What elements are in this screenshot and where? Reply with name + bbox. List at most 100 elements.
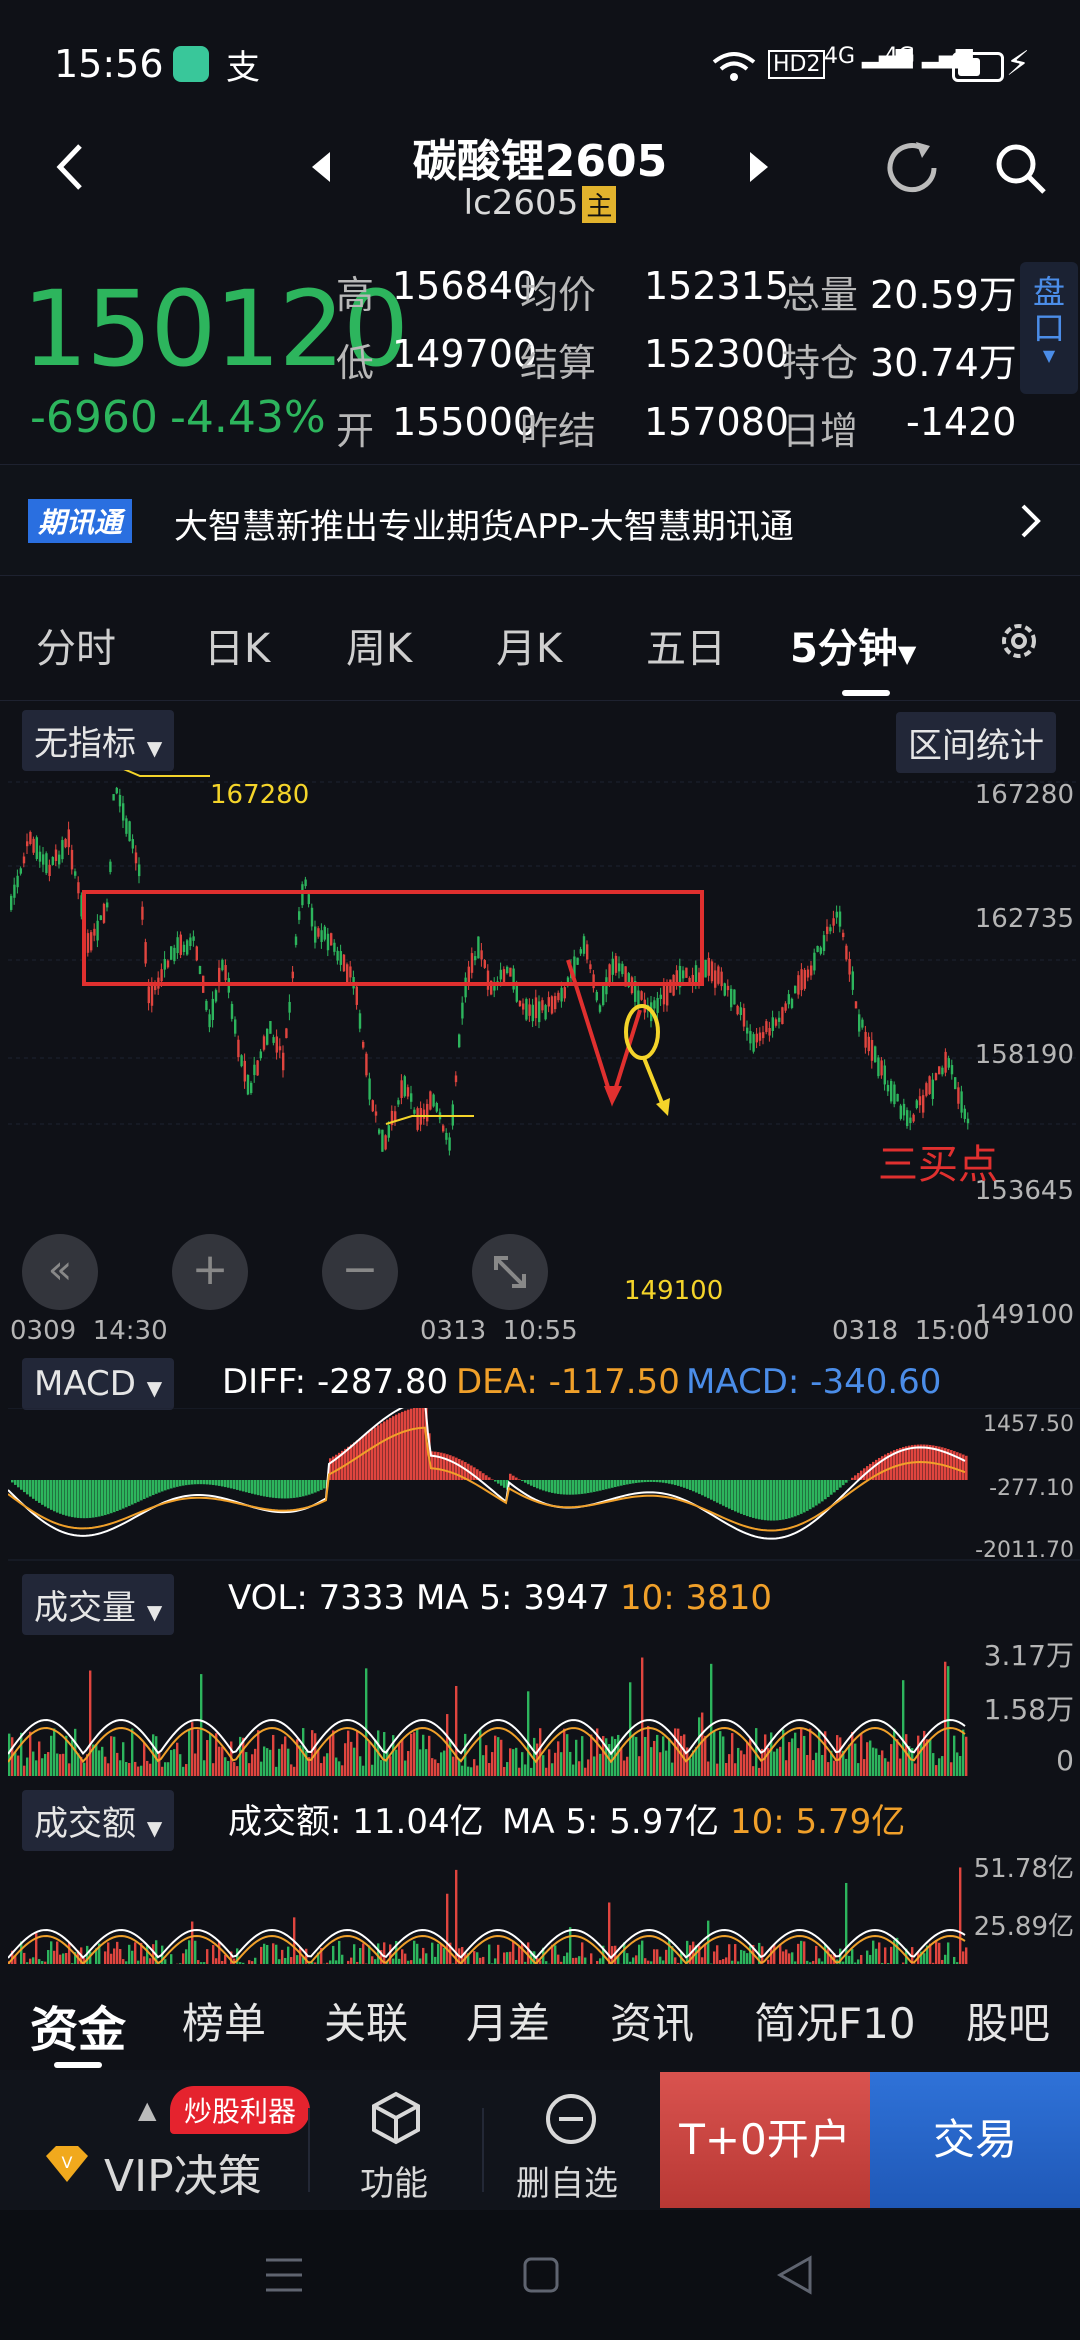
volume-bar — [17, 1755, 20, 1776]
macd-bar — [632, 1480, 635, 1484]
macd-bar — [20, 1480, 23, 1490]
volume-bar — [428, 1735, 431, 1776]
trade-button[interactable]: 交易 — [870, 2072, 1080, 2208]
macd-bar — [812, 1480, 815, 1508]
macd-bar — [665, 1480, 668, 1484]
macd-bar — [605, 1480, 608, 1490]
volume-bar — [236, 1766, 239, 1776]
candle-body — [102, 903, 106, 923]
menu-icon[interactable] — [264, 2256, 304, 2294]
candle-body — [621, 963, 624, 975]
candle-body — [26, 841, 29, 847]
candle-body — [464, 977, 467, 998]
macd-bar — [56, 1480, 59, 1513]
main-contract-badge: 主 — [582, 186, 617, 223]
macd-bar — [962, 1454, 965, 1480]
candle-body — [214, 990, 218, 1002]
amount-axis-2: 25.89亿 — [973, 1912, 1074, 1942]
macd-selector[interactable]: MACD ▼ — [22, 1358, 175, 1410]
macd-bar — [209, 1480, 212, 1485]
macd-bar — [368, 1431, 371, 1480]
zoom-in-button[interactable]: + — [172, 1234, 248, 1310]
macd-bar — [677, 1480, 680, 1486]
volume-bar — [647, 1725, 650, 1776]
tab-daily-k[interactable]: 日K — [204, 616, 270, 674]
fullscreen-button[interactable] — [472, 1234, 548, 1310]
tab-forum[interactable]: 股吧 — [966, 1990, 1050, 2051]
volume-bar — [56, 1753, 59, 1776]
candle-body — [99, 915, 102, 921]
tab-weekly-k[interactable]: 周K — [346, 616, 412, 674]
volume-bar — [332, 1730, 335, 1776]
battery-icon — [952, 52, 1004, 82]
qixuntong-badge: 期讯通 — [28, 499, 133, 543]
macd-bar — [845, 1480, 848, 1483]
tab-5min[interactable]: 5分钟▼ — [790, 616, 916, 674]
amount-ma5: MA 5: 5.97亿 — [502, 1802, 719, 1842]
macd-bar — [77, 1480, 80, 1518]
candle-body — [838, 911, 842, 927]
candle-body — [867, 1036, 870, 1052]
vip-decision-button[interactable]: VIP决策 — [104, 2140, 262, 2204]
refresh-icon[interactable] — [882, 138, 942, 198]
volume-bar — [719, 1731, 722, 1776]
tab-f10[interactable]: 简况F10 — [754, 1990, 916, 2051]
trade-label: 交易 — [932, 2115, 1017, 2164]
candle-body — [662, 985, 666, 1005]
macd-bar — [386, 1419, 389, 1480]
tab-fenshi[interactable]: 分时 — [36, 616, 116, 674]
volume-bar — [527, 1691, 530, 1776]
macd-bar — [776, 1480, 779, 1521]
next-contract-icon[interactable] — [748, 150, 770, 184]
macd-bar — [719, 1480, 722, 1505]
tab-month-spread[interactable]: 月差 — [466, 1990, 550, 2051]
indicator-selector[interactable]: 无指标 ▼ — [22, 710, 175, 771]
tab-five-day[interactable]: 五日 — [646, 616, 726, 674]
volume-bar — [587, 1759, 590, 1776]
tab-monthly-k[interactable]: 月K — [496, 616, 562, 674]
pankou-button[interactable]: 盘口 ▼ — [1020, 262, 1078, 394]
scroll-left-button[interactable]: « — [22, 1234, 98, 1310]
macd-bar — [746, 1480, 749, 1517]
macd-bar — [296, 1480, 299, 1498]
tab-news[interactable]: 资讯 — [610, 1990, 694, 2051]
range-stats-button[interactable]: 区间统计 — [896, 712, 1056, 773]
promo-banner[interactable]: 期讯通 大智慧新推出专业期货APP-大智慧期讯通 — [0, 464, 1080, 576]
tab-related[interactable]: 关联 — [324, 1990, 408, 2051]
macd-bar — [47, 1480, 50, 1509]
volume-bar — [404, 1760, 407, 1776]
back-nav-icon[interactable] — [776, 2254, 814, 2296]
tab-funds[interactable]: 资金 — [30, 1990, 126, 2060]
candle-body — [854, 1001, 858, 1009]
t0-open-account-button[interactable]: T+0开户 — [660, 2072, 870, 2208]
volume-bar — [806, 1755, 809, 1776]
search-icon[interactable] — [992, 140, 1048, 196]
zoom-out-button[interactable]: − — [322, 1234, 398, 1310]
volume-bar — [773, 1751, 776, 1776]
candle-body — [410, 1093, 413, 1102]
function-button[interactable]: 功能 — [360, 2156, 428, 2205]
candle-body — [826, 926, 829, 934]
candle-body — [957, 1087, 960, 1104]
volume-bar — [467, 1766, 470, 1776]
volume-bar — [122, 1742, 125, 1776]
macd-bar — [752, 1480, 755, 1518]
macd-bar — [590, 1480, 593, 1493]
contract-code-text: lc2605 — [463, 183, 579, 223]
volume-bar — [38, 1741, 41, 1776]
low-mark-label: 149100 — [624, 1276, 724, 1306]
settings-gear-icon[interactable] — [996, 618, 1042, 664]
price-change: -6960 — [30, 392, 158, 443]
candle-body — [938, 1066, 941, 1075]
macd-value: MACD: -340.60 — [686, 1362, 942, 1402]
macd-bar — [83, 1480, 86, 1519]
banner-text: 大智慧新推出专业期货APP-大智慧期讯通 — [174, 507, 794, 547]
home-icon[interactable] — [522, 2256, 560, 2294]
candle-body — [915, 1100, 918, 1108]
macd-bar — [278, 1480, 281, 1499]
svg-text:V: V — [62, 2153, 73, 2172]
candle-body — [934, 1073, 938, 1081]
volume-bar — [671, 1762, 674, 1776]
remove-favorite-button[interactable]: 删自选 — [516, 2156, 618, 2205]
tab-ranking[interactable]: 榜单 — [182, 1990, 266, 2051]
